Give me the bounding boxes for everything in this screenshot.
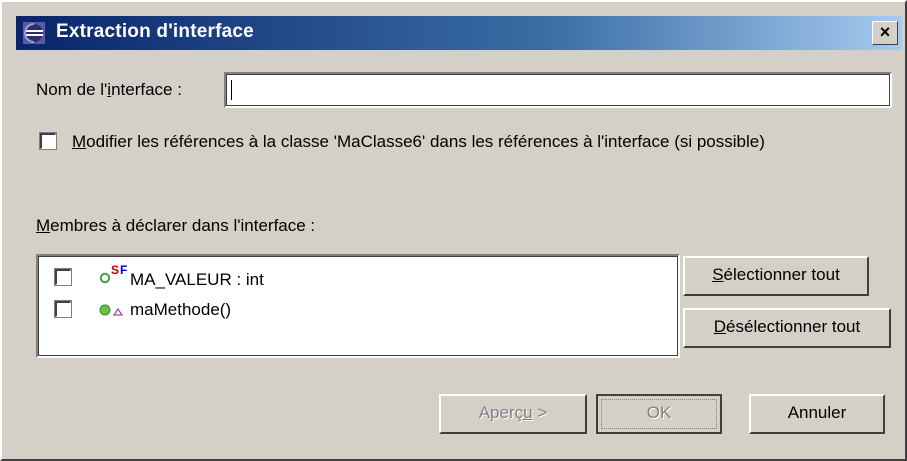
ok-button[interactable]: OK [596, 394, 722, 434]
text-caret [231, 80, 232, 100]
member-checkbox[interactable] [54, 300, 72, 318]
interface-name-label: Nom de l'interface : [36, 80, 182, 99]
dialog-title: Extraction d'interface [56, 21, 254, 42]
members-label: Membres à déclarer dans l'interface : [36, 216, 316, 235]
svg-text:S: S [111, 263, 119, 277]
close-button[interactable]: × [872, 21, 898, 45]
preview-button[interactable]: Aperçu > [439, 394, 587, 434]
select-all-button[interactable]: Sélectionner tout [683, 256, 869, 296]
title-bar[interactable]: Extraction d'interface × [16, 16, 902, 50]
static-final-field-icon: S F [99, 263, 127, 284]
member-label: maMethode() [130, 300, 232, 319]
deselect-all-button[interactable]: Désélectionner tout [683, 308, 891, 348]
members-list[interactable]: S F MA_VALEUR : int maMethode() [36, 254, 680, 358]
close-icon: × [879, 22, 891, 42]
modify-references-label[interactable]: Modifier les références à la classe 'MaC… [72, 132, 765, 152]
cancel-button[interactable]: Annuler [749, 394, 885, 434]
svg-text:F: F [120, 263, 127, 277]
eclipse-icon [23, 22, 45, 44]
member-checkbox[interactable] [54, 268, 72, 286]
modify-references-checkbox[interactable] [39, 132, 57, 150]
member-label: MA_VALEUR : int [130, 270, 264, 289]
extract-interface-dialog: Extraction d'interface × Nom de l'interf… [0, 0, 907, 461]
interface-name-input[interactable] [224, 72, 892, 108]
default-method-icon [99, 304, 124, 316]
